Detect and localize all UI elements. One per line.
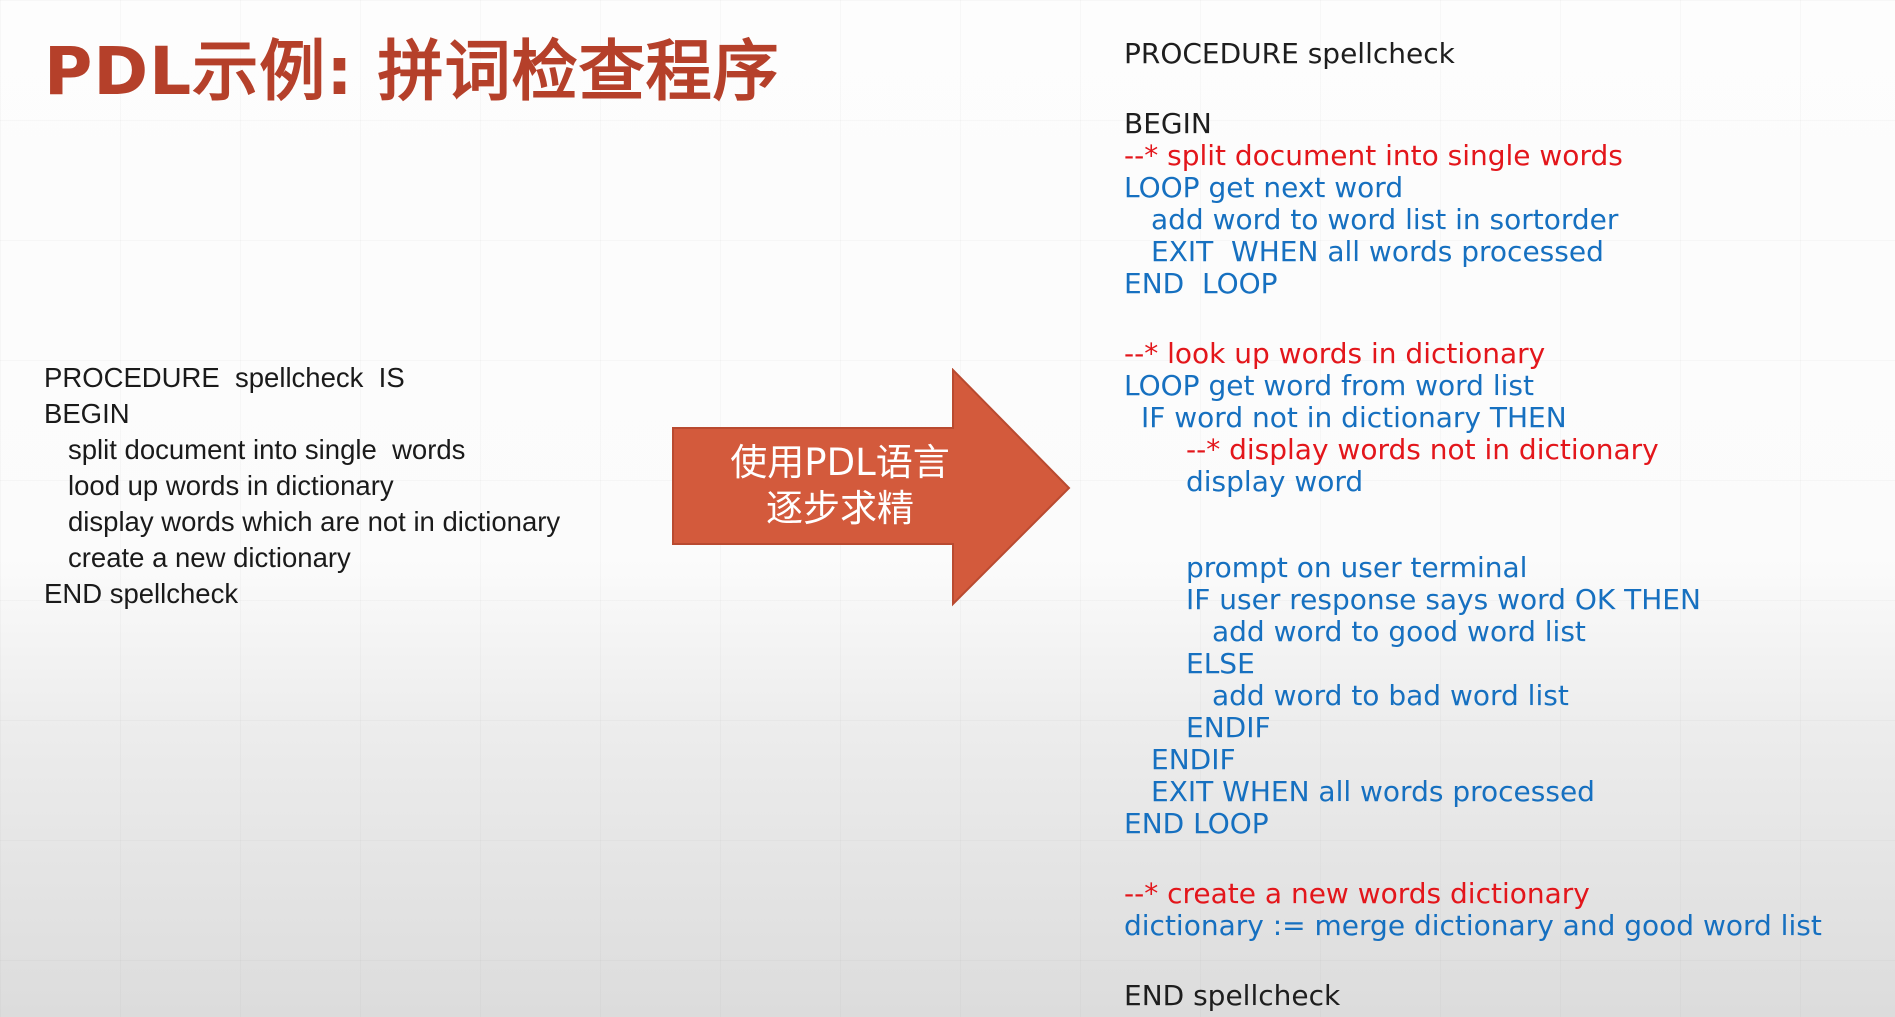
code-procedure: PROCEDURE spellcheck [1124,37,1455,70]
left-line-split: split document into single words [68,434,466,465]
left-line-procedure: PROCEDURE spellcheck IS [44,362,405,393]
left-line-create: create a new dictionary [68,542,351,573]
code-add-sortorder: add word to word list in sortorder [1151,203,1619,236]
code-comment-lookup: --* look up words in dictionary [1124,337,1546,370]
left-line-lookup: lood up words in dictionary [68,470,394,501]
code-spacer [1124,300,1822,338]
code-display-word: display word [1186,465,1364,498]
arrow-label-line-2: 逐步求精 [766,487,914,530]
right-pseudocode-block: PROCEDURE spellcheck BEGIN --* split doc… [1124,38,1822,1012]
code-prompt: prompt on user terminal [1186,551,1528,584]
code-merge: dictionary := merge dictionary and good … [1124,909,1822,942]
left-pseudocode-block: PROCEDURE spellcheck IS BEGIN split docu… [44,360,560,612]
code-endif-inner: ENDIF [1186,711,1271,744]
left-line-begin: BEGIN [44,398,130,429]
code-else: ELSE [1186,647,1255,680]
code-begin: BEGIN [1124,107,1212,140]
code-comment-create: --* create a new words dictionary [1124,877,1590,910]
code-comment-display: --* display words not in dictionary [1186,433,1659,466]
code-spacer [1124,498,1822,552]
code-exit-when-2: EXIT WHEN all words processed [1151,775,1595,808]
code-end-loop-2: END LOOP [1124,807,1269,840]
code-spacer [1124,840,1822,878]
code-exit-when: EXIT WHEN all words processed [1151,235,1604,268]
code-add-bad-word: add word to bad word list [1212,679,1569,712]
code-loop-next-word: LOOP get next word [1124,171,1404,204]
code-loop-from-list: LOOP get word from word list [1124,369,1534,402]
slide-title: PDL示例: 拼词检查程序 [44,33,780,110]
code-endif-outer: ENDIF [1151,743,1236,776]
left-line-display: display words which are not in dictionar… [68,506,561,537]
code-spacer [1124,70,1822,108]
left-line-end: END spellcheck [44,578,239,609]
arrow-label-line-1: 使用PDL语言 [730,441,950,484]
code-if-user-ok: IF user response says word OK THEN [1186,583,1701,616]
code-if-not-in-dictionary: IF word not in dictionary THEN [1141,401,1567,434]
code-comment-split: --* split document into single words [1124,139,1623,172]
code-end-loop: END LOOP [1124,267,1278,300]
arrow-label: 使用PDL语言 逐步求精 [690,440,990,532]
code-spacer [1124,942,1822,980]
code-end: END spellcheck [1124,979,1341,1012]
code-add-good-word: add word to good word list [1212,615,1586,648]
